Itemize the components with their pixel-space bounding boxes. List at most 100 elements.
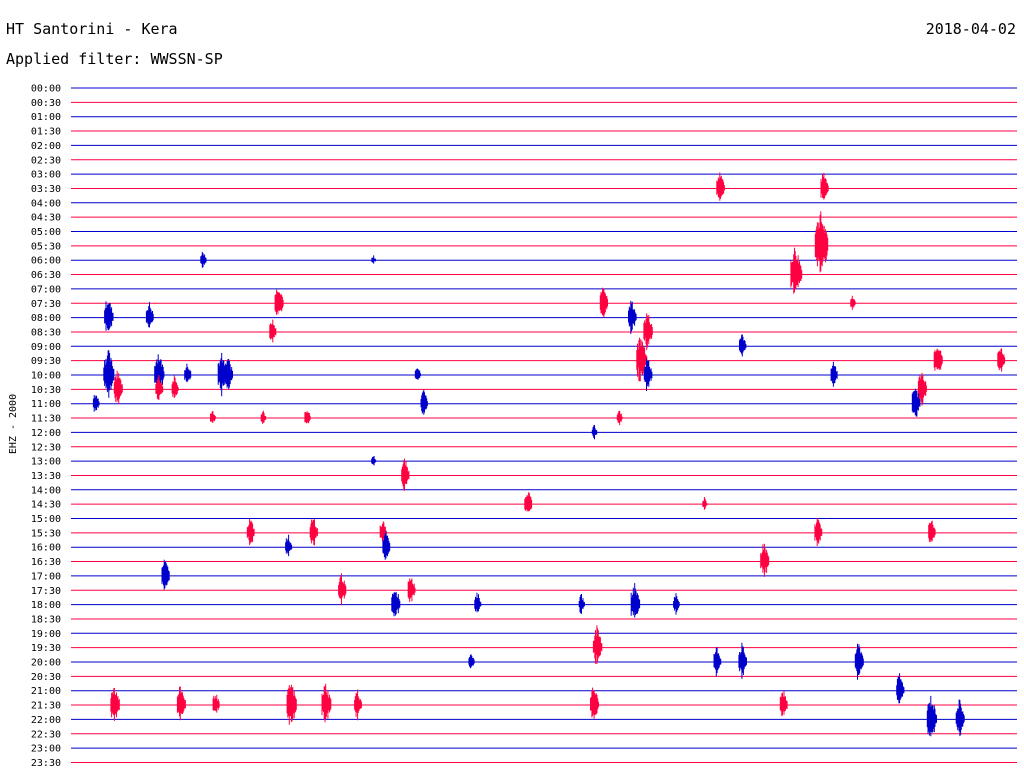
y-axis-label-group: EHZ - 2000	[8, 394, 19, 454]
event-waveform	[104, 301, 114, 331]
event-waveform	[599, 287, 608, 318]
event-waveform	[814, 211, 829, 273]
event-waveform	[474, 592, 482, 613]
time-tick-label: 13:30	[31, 471, 61, 482]
seismic-event	[391, 591, 401, 617]
event-waveform	[184, 363, 192, 383]
event-waveform	[702, 497, 708, 510]
seismic-event	[928, 520, 936, 543]
event-waveform	[997, 348, 1006, 372]
seismic-event	[274, 289, 284, 315]
time-tick-label: 10:30	[31, 385, 61, 396]
event-waveform	[391, 591, 401, 617]
seismic-event	[110, 687, 120, 721]
time-tick-label: 03:30	[31, 184, 61, 195]
time-tick-label: 06:00	[31, 256, 61, 267]
time-tick-label: 15:30	[31, 528, 61, 539]
event-waveform	[145, 302, 154, 328]
event-waveform	[524, 492, 533, 512]
event-waveform	[110, 687, 120, 721]
event-waveform	[212, 694, 220, 713]
seismic-event	[260, 410, 267, 424]
time-tick-label: 16:30	[31, 557, 61, 568]
time-tick-label: 14:00	[31, 485, 61, 496]
time-tick-label: 07:00	[31, 284, 61, 295]
seismic-event	[630, 583, 641, 618]
seismic-event	[591, 425, 598, 440]
time-tick-label: 01:00	[31, 112, 61, 123]
seismic-event	[779, 691, 788, 717]
time-tick-label: 20:30	[31, 672, 61, 683]
seismic-event	[212, 694, 220, 713]
event-marks	[92, 172, 1006, 737]
time-tick-label: 22:30	[31, 729, 61, 740]
seismic-event	[616, 410, 623, 426]
time-tick-label: 04:30	[31, 213, 61, 224]
seismic-event	[354, 689, 362, 721]
event-waveform	[630, 583, 641, 618]
y-axis-label: EHZ - 2000	[8, 394, 19, 454]
event-waveform	[739, 334, 747, 357]
seismic-event	[830, 361, 838, 387]
event-waveform	[176, 686, 186, 721]
seismic-event	[814, 518, 823, 546]
time-tick-label: 08:30	[31, 327, 61, 338]
seismogram-plot: EHZ - 2000 00:00 00:30 01:00 01:30 02:00 02:3…	[8, 84, 1017, 769]
seismic-event	[171, 375, 179, 398]
event-waveform	[616, 410, 623, 426]
time-tick-label: 00:30	[31, 98, 61, 109]
time-tick-label: 16:00	[31, 543, 61, 554]
time-tick-label: 02:30	[31, 155, 61, 166]
time-tick-label: 23:00	[31, 744, 61, 755]
time-tick-label: 21:30	[31, 701, 61, 712]
seismic-event	[716, 172, 725, 201]
time-tick-label: 01:30	[31, 127, 61, 138]
event-waveform	[246, 518, 255, 546]
event-waveform	[354, 689, 362, 721]
time-tick-label: 04:00	[31, 198, 61, 209]
event-waveform	[304, 411, 311, 424]
event-waveform	[224, 359, 233, 390]
trace-lines: 00:00 00:30 01:00 01:30 02:00 02:30 03:00 03:30…	[31, 84, 1017, 769]
event-waveform	[407, 578, 416, 602]
time-tick-label: 12:30	[31, 442, 61, 453]
seismic-event	[673, 593, 680, 615]
time-tick-label: 19:00	[31, 629, 61, 640]
seismic-event	[739, 334, 747, 357]
event-waveform	[713, 647, 722, 677]
seismic-event	[814, 211, 829, 273]
time-tick-label: 22:00	[31, 715, 61, 726]
seismic-event	[468, 654, 475, 669]
event-waveform	[338, 573, 347, 606]
event-waveform	[790, 247, 803, 294]
time-tick-label: 02:00	[31, 141, 61, 152]
seismic-event	[309, 519, 318, 546]
seismic-event	[104, 301, 114, 331]
time-tick-label: 23:30	[31, 758, 61, 769]
seismic-event	[145, 302, 154, 328]
seismic-event	[246, 518, 255, 546]
time-tick-label: 19:30	[31, 643, 61, 654]
event-waveform	[285, 534, 293, 557]
seismic-event	[628, 300, 637, 334]
event-waveform	[113, 370, 123, 405]
seismic-event	[371, 456, 377, 466]
seismic-event	[176, 686, 186, 721]
event-waveform	[643, 313, 653, 350]
event-waveform	[468, 654, 475, 669]
seismic-event	[997, 348, 1006, 372]
time-tick-label: 18:00	[31, 600, 61, 611]
seismic-event	[401, 458, 410, 491]
seismic-event	[599, 287, 608, 318]
time-tick-label: 15:00	[31, 514, 61, 525]
seismic-event	[474, 592, 482, 613]
seismic-event	[790, 247, 803, 294]
seismic-event	[578, 594, 585, 614]
event-waveform	[92, 395, 100, 412]
time-tick-label: 21:00	[31, 686, 61, 697]
event-waveform	[591, 425, 598, 440]
seismic-event	[92, 395, 100, 412]
time-tick-label: 10:00	[31, 371, 61, 382]
event-waveform	[371, 255, 376, 264]
time-tick-label: 14:30	[31, 500, 61, 511]
